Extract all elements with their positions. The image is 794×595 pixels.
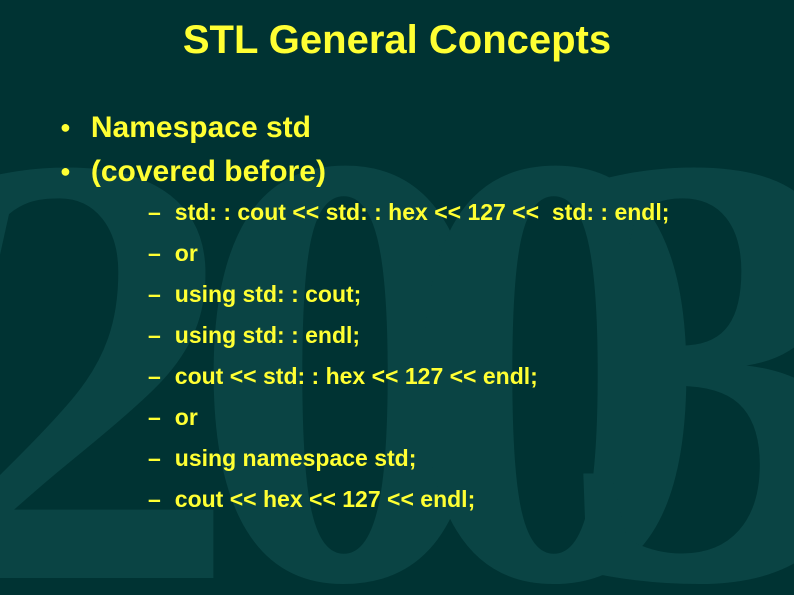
- sub-item: – cout << std: : hex << 127 << endl;: [148, 363, 754, 390]
- dash-icon: –: [148, 199, 161, 226]
- sub-item-text: cout << std: : hex << 127 << endl;: [175, 363, 538, 390]
- sub-item: – std: : cout << std: : hex << 127 << st…: [148, 199, 754, 226]
- dash-icon: –: [148, 281, 161, 308]
- bullet-item: ● Namespace std: [60, 111, 754, 145]
- bullet-text: Namespace std: [91, 111, 311, 145]
- sub-item-text: or: [175, 404, 198, 431]
- sub-item: – using namespace std;: [148, 445, 754, 472]
- dash-icon: –: [148, 486, 161, 513]
- sub-item-text: using std: : endl;: [175, 322, 360, 349]
- dash-icon: –: [148, 404, 161, 431]
- bullet-text: (covered before): [91, 155, 326, 189]
- sub-list: – std: : cout << std: : hex << 127 << st…: [148, 199, 754, 513]
- sub-item: – using std: : endl;: [148, 322, 754, 349]
- sub-item: – or: [148, 240, 754, 267]
- sub-item: – cout << hex << 127 << endl;: [148, 486, 754, 513]
- sub-item-text: std: : cout << std: : hex << 127 << std:…: [175, 199, 670, 226]
- dash-icon: –: [148, 240, 161, 267]
- sub-item: – or: [148, 404, 754, 431]
- bullet-icon: ●: [60, 161, 71, 182]
- slide: 2 0 0 3 STL General Concepts ● Namespace…: [0, 0, 794, 595]
- slide-content: ● Namespace std ● (covered before) – std…: [60, 105, 754, 527]
- sub-item-text: using std: : cout;: [175, 281, 362, 308]
- bullet-item: ● (covered before): [60, 155, 754, 189]
- dash-icon: –: [148, 363, 161, 390]
- sub-item: – using std: : cout;: [148, 281, 754, 308]
- sub-item-text: or: [175, 240, 198, 267]
- dash-icon: –: [148, 322, 161, 349]
- bullet-icon: ●: [60, 117, 71, 138]
- dash-icon: –: [148, 445, 161, 472]
- slide-title: STL General Concepts: [0, 18, 794, 63]
- sub-item-text: cout << hex << 127 << endl;: [175, 486, 475, 513]
- sub-item-text: using namespace std;: [175, 445, 417, 472]
